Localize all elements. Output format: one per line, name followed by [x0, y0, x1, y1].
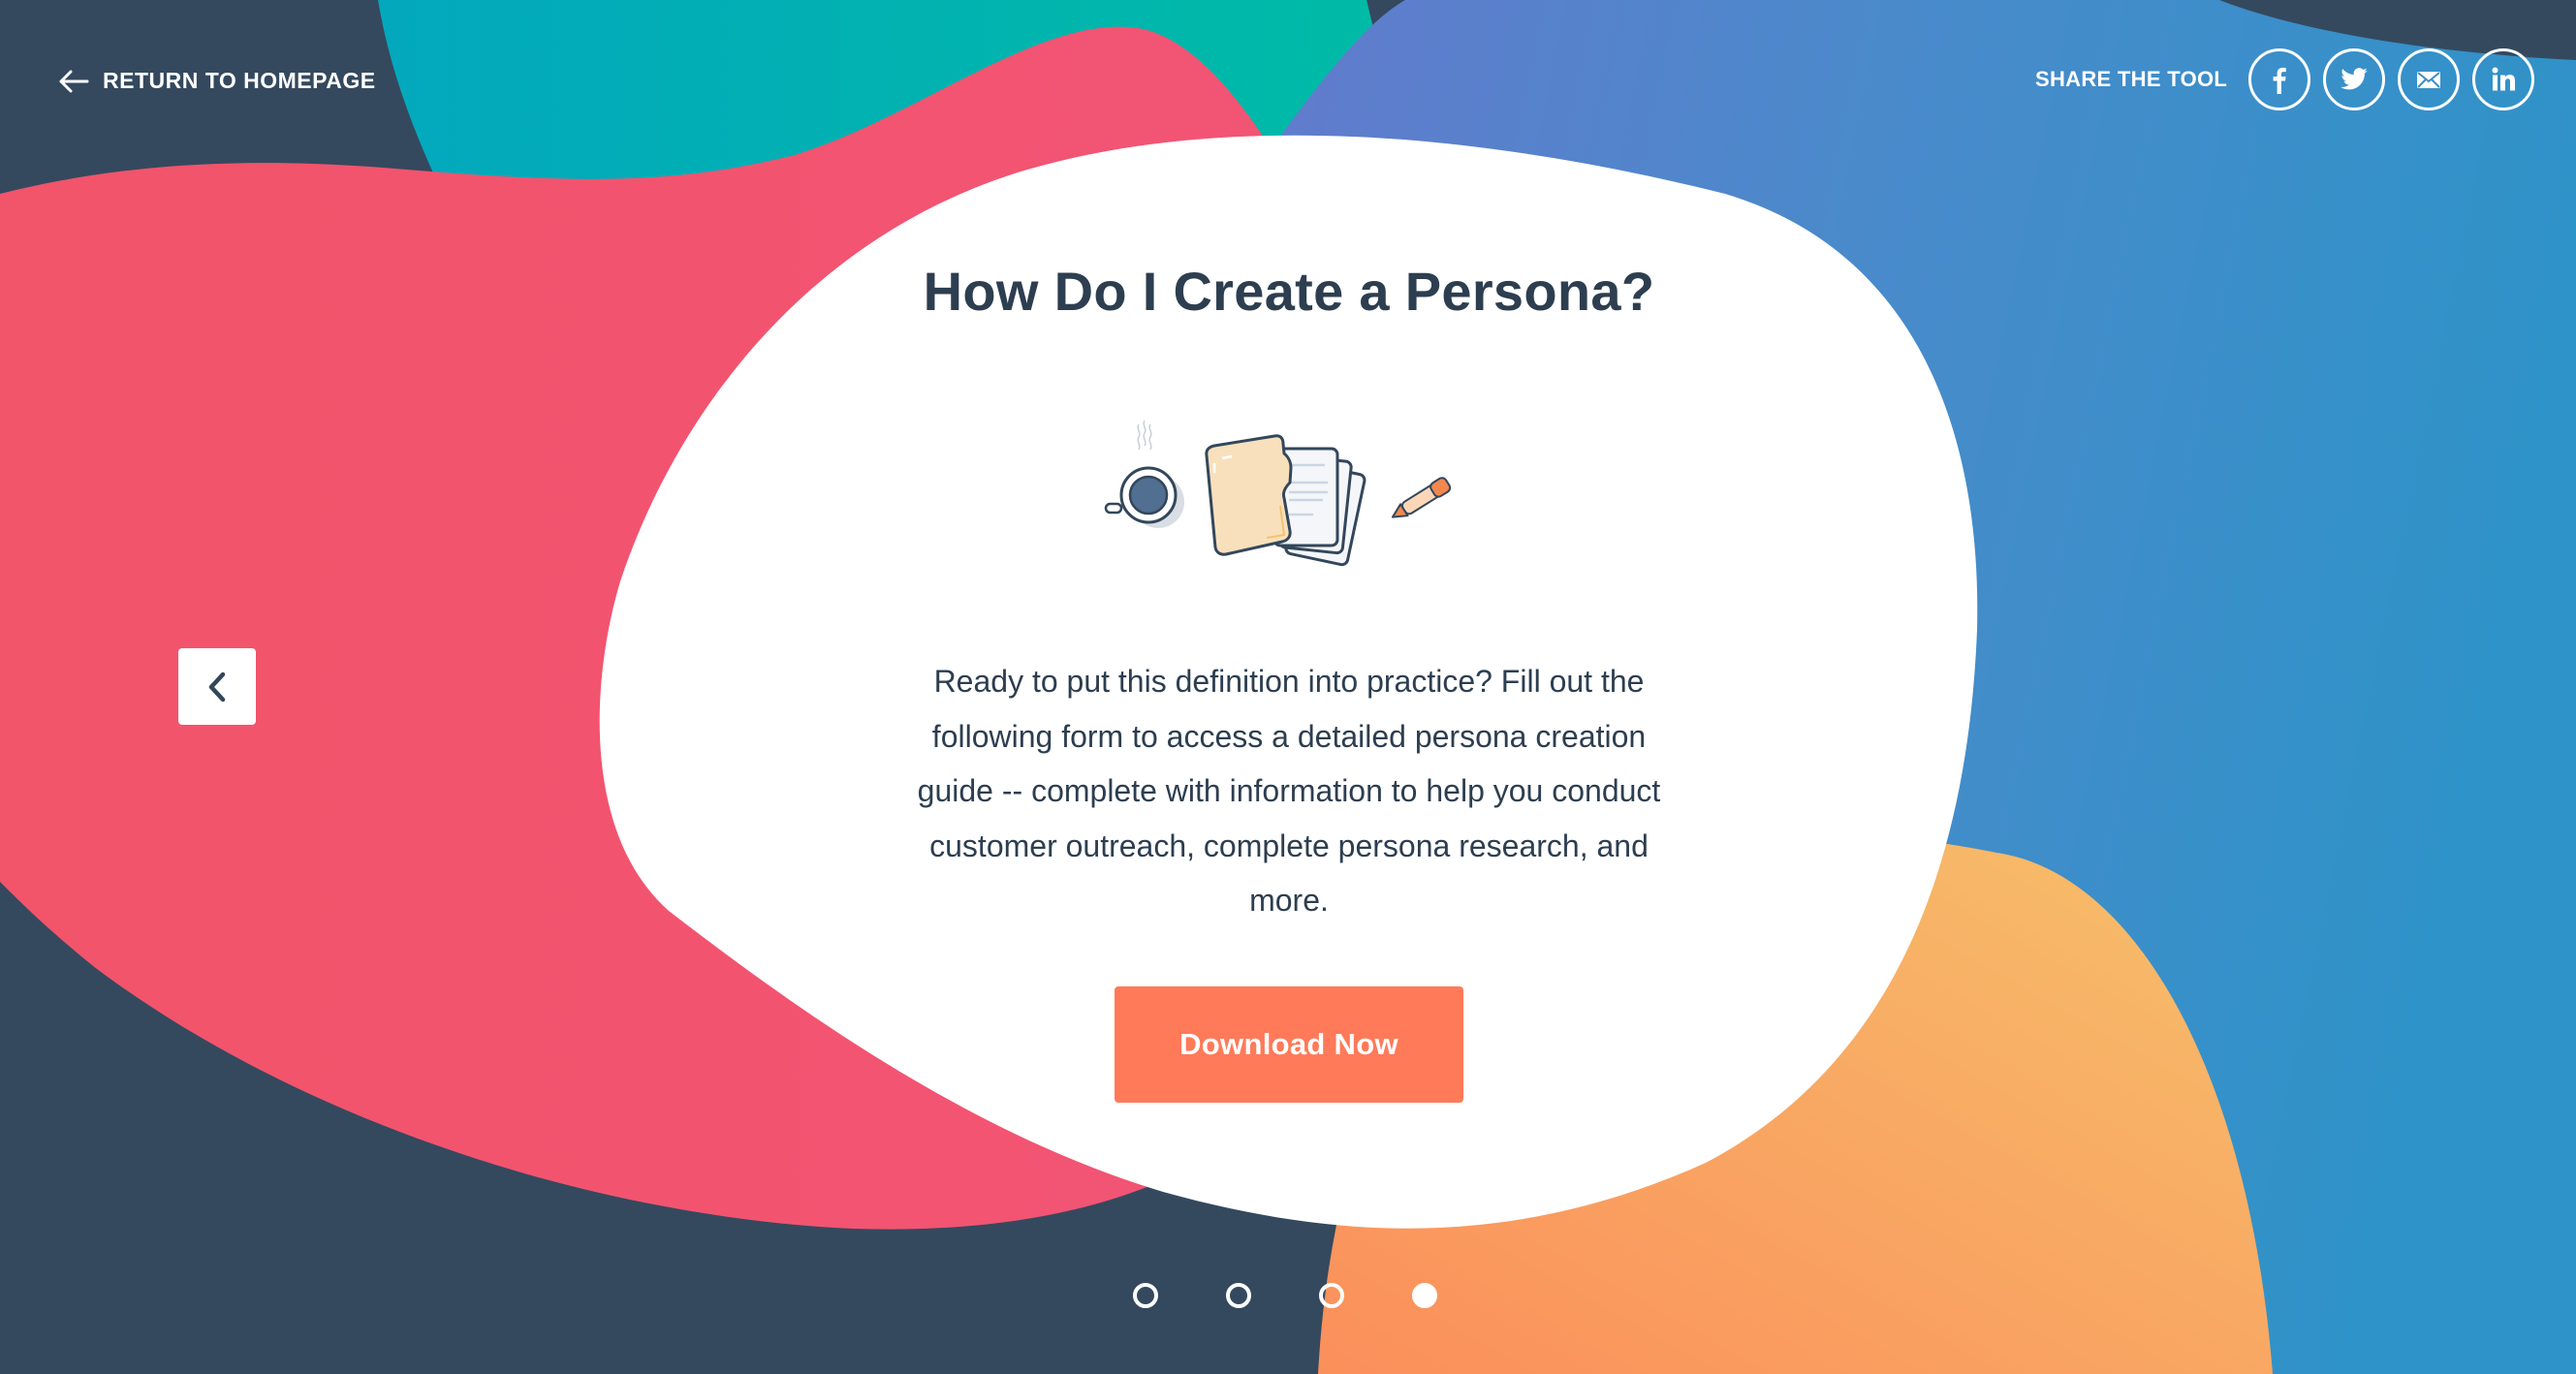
twitter-icon [2340, 68, 2368, 90]
email-icon [2417, 72, 2441, 88]
folder-icon [1205, 434, 1293, 556]
return-label: RETURN TO HOMEPAGE [103, 68, 376, 93]
share-twitter-button[interactable] [2323, 48, 2386, 110]
chevron-left-icon [208, 671, 226, 702]
linkedin-icon [2492, 67, 2516, 91]
arrow-left-icon [59, 70, 89, 92]
share-linkedin-button[interactable] [2472, 48, 2535, 110]
carousel-dot-4[interactable] [1412, 1283, 1437, 1308]
download-now-button[interactable]: Download Now [1115, 986, 1463, 1103]
page-title: How Do I Create a Persona? [923, 261, 1655, 322]
steam-icon [1137, 420, 1152, 451]
coffee-folder-documents-pen-illustration [1104, 420, 1452, 570]
carousel-dot-3[interactable] [1319, 1283, 1344, 1308]
return-to-homepage-link[interactable]: RETURN TO HOMEPAGE [58, 68, 376, 94]
description-text: Ready to put this definition into practi… [917, 664, 1661, 918]
previous-slide-button[interactable] [178, 648, 256, 725]
share-email-button[interactable] [2398, 48, 2461, 110]
coffee-cup-icon [1104, 466, 1184, 528]
facebook-icon [2273, 67, 2286, 94]
carousel-dot-1[interactable] [1133, 1283, 1158, 1308]
share-label: SHARE THE TOOL [2035, 67, 2228, 91]
carousel-dot-2[interactable] [1226, 1283, 1251, 1308]
carousel-pagination [1133, 1283, 1505, 1308]
share-facebook-button[interactable] [2248, 48, 2311, 110]
share-bar: SHARE THE TOOL [2035, 48, 2547, 110]
pen-icon [1391, 477, 1452, 518]
